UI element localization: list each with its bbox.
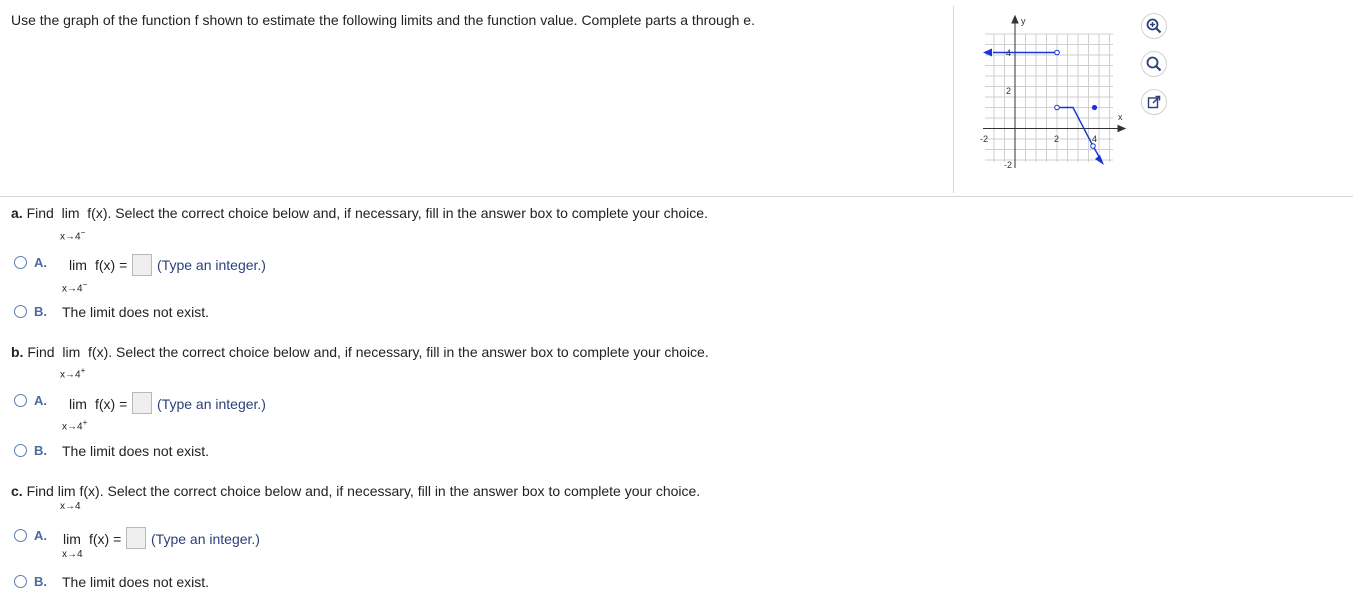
part-letter: b. bbox=[11, 344, 24, 360]
limit-subscript: x→4+ bbox=[62, 418, 88, 433]
option-b-text: The limit does not exist. bbox=[62, 443, 210, 459]
prompt-post: Select the correct choice below and, if … bbox=[107, 483, 701, 499]
popout-button[interactable] bbox=[1141, 89, 1167, 115]
tick-label-y-neg2: -2 bbox=[1004, 160, 1012, 170]
option-a-radio[interactable] bbox=[14, 529, 27, 542]
horizontal-divider bbox=[0, 196, 1353, 197]
open-point bbox=[1090, 143, 1096, 149]
option-b-letter: B. bbox=[34, 304, 47, 319]
limit-subscript: x→4+ bbox=[60, 366, 86, 381]
answer-hint: (Type an integer.) bbox=[157, 396, 266, 412]
external-link-icon bbox=[1147, 95, 1161, 109]
option-a-letter: A. bbox=[34, 393, 47, 408]
open-point bbox=[1054, 49, 1060, 56]
zoom-in-icon bbox=[1146, 18, 1162, 34]
prompt-post: Select the correct choice below and, if … bbox=[115, 205, 708, 221]
option-a-radio[interactable] bbox=[14, 256, 27, 269]
prompt-pre: Find bbox=[26, 205, 54, 221]
option-a-letter: A. bbox=[34, 528, 47, 543]
question-part-a: a. Find lim f(x). Select the correct cho… bbox=[11, 205, 708, 221]
y-axis-label: y bbox=[1021, 16, 1026, 26]
limit-subscript: x→4 bbox=[62, 549, 83, 560]
answer-hint: (Type an integer.) bbox=[151, 531, 260, 547]
prompt-pre: Find bbox=[27, 344, 55, 360]
option-b-radio[interactable] bbox=[14, 575, 27, 588]
function-label: f(x). bbox=[87, 205, 112, 221]
answer-hint: (Type an integer.) bbox=[157, 257, 266, 273]
zoom-in-button[interactable] bbox=[1141, 13, 1167, 39]
option-b-radio[interactable] bbox=[14, 444, 27, 457]
option-a-eq: f(x) = bbox=[95, 396, 128, 412]
lim-symbol: lim bbox=[62, 344, 81, 360]
x-axis-label: x bbox=[1118, 112, 1123, 122]
option-a-eq: f(x) = bbox=[89, 531, 122, 547]
prompt-pre: Find bbox=[26, 483, 54, 499]
option-a-radio[interactable] bbox=[14, 394, 27, 407]
tick-label-y-2: 2 bbox=[1006, 86, 1011, 96]
tick-label-x-2: 2 bbox=[1054, 134, 1059, 144]
part-letter: a. bbox=[11, 205, 23, 221]
limit-subscript: x→4− bbox=[62, 280, 88, 295]
zoom-out-icon bbox=[1146, 56, 1162, 72]
question-part-c: c. Find lim f(x). Select the correct cho… bbox=[11, 483, 700, 499]
answer-input-b[interactable] bbox=[132, 392, 152, 414]
open-point bbox=[1054, 104, 1060, 111]
question-part-b: b. Find lim f(x). Select the correct cho… bbox=[11, 344, 709, 360]
tick-label-x-4: 4 bbox=[1092, 134, 1097, 144]
answer-input-a[interactable] bbox=[132, 254, 152, 276]
option-b-text: The limit does not exist. bbox=[62, 304, 210, 320]
closed-point bbox=[1091, 104, 1098, 111]
option-a-lim: lim bbox=[69, 257, 87, 273]
option-a-lim: lim bbox=[69, 396, 87, 412]
zoom-out-button[interactable] bbox=[1141, 51, 1167, 77]
function-label: f(x). bbox=[88, 344, 113, 360]
option-b-text: The limit does not exist. bbox=[62, 574, 210, 590]
lim-symbol: lim bbox=[57, 483, 76, 499]
option-b-letter: B. bbox=[34, 443, 47, 458]
vertical-divider bbox=[953, 6, 954, 193]
function-label: f(x). bbox=[79, 483, 104, 499]
limit-subscript: x→4 bbox=[60, 501, 81, 512]
instructions-text: Use the graph of the function f shown to… bbox=[11, 12, 755, 28]
part-letter: c. bbox=[11, 483, 23, 499]
curve-segment-descending bbox=[1057, 106, 1094, 147]
limit-subscript: x→4− bbox=[60, 228, 86, 243]
option-b-radio[interactable] bbox=[14, 305, 27, 318]
prompt-post: Select the correct choice below and, if … bbox=[116, 344, 709, 360]
answer-input-c[interactable] bbox=[126, 527, 146, 549]
function-graph: y x 4 2 -2 -2 2 4 bbox=[980, 14, 1127, 170]
option-b-letter: B. bbox=[34, 574, 47, 589]
option-a-eq: f(x) = bbox=[95, 257, 128, 273]
lim-symbol: lim bbox=[61, 205, 80, 221]
tick-label-x-neg2: -2 bbox=[980, 134, 988, 144]
option-a-letter: A. bbox=[34, 255, 47, 270]
option-a-lim: lim bbox=[63, 531, 81, 547]
